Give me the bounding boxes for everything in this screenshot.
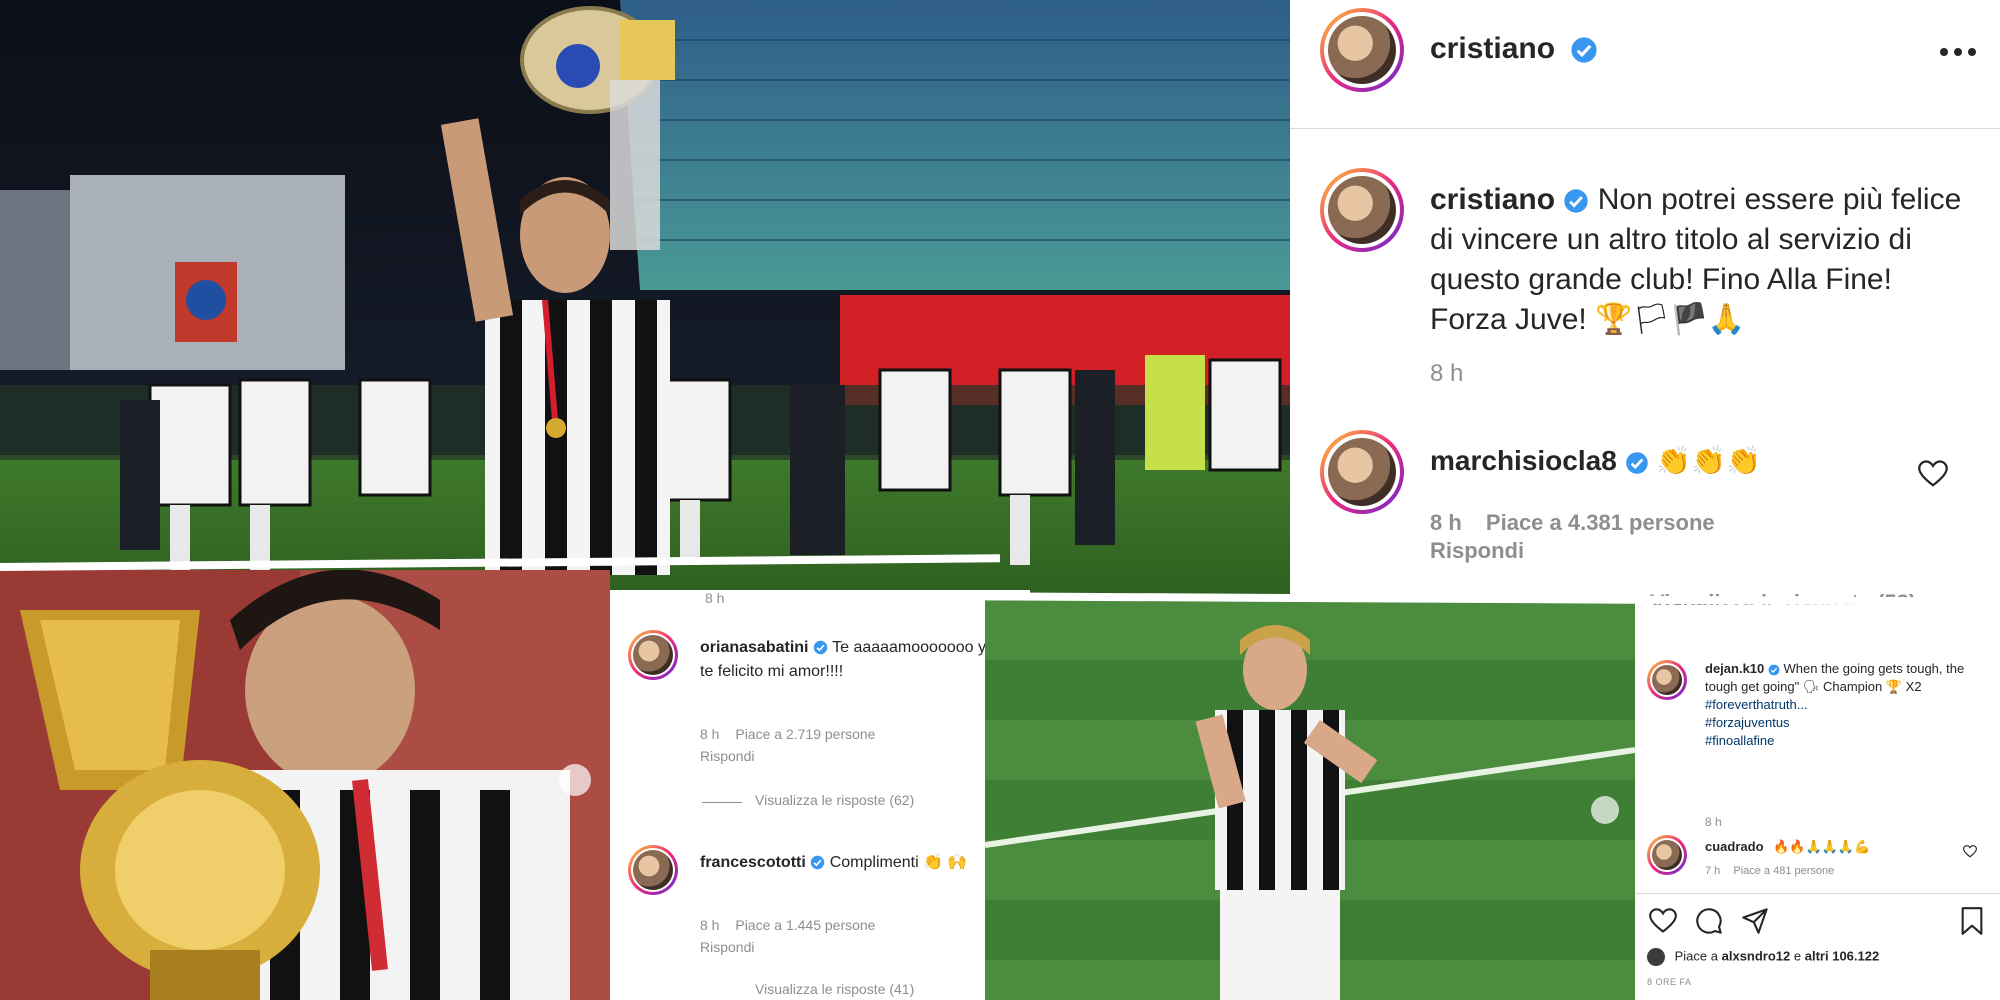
bottom-left-photo [0, 570, 610, 1000]
comment-icon[interactable] [1695, 907, 1723, 935]
bottom-right-photo [985, 600, 1635, 1000]
avatar[interactable] [1647, 660, 1687, 700]
comment-time: 8 h [700, 726, 720, 742]
avatar[interactable] [628, 630, 678, 680]
post-date: 8 ORE FA [1647, 977, 1692, 987]
comment-time: 8 h [700, 917, 720, 933]
comment-text: 🔥🔥🙏🙏🙏💪 [1773, 839, 1871, 854]
avatar[interactable] [1647, 835, 1687, 875]
view-replies-link[interactable]: Visualizza le risposte (41) [755, 981, 914, 997]
trophy-kiss-scene [0, 570, 610, 1000]
comment-text: 👏👏👏 [1656, 445, 1761, 476]
view-replies-link[interactable]: Visualizza le risposte (62) [755, 792, 914, 808]
liked-by-middle: e [1793, 948, 1802, 964]
comment-text: Complimenti 👏 🙌 [829, 854, 968, 871]
comment-username[interactable]: francescototti [700, 854, 806, 871]
bookmark-icon[interactable] [1960, 907, 1984, 935]
verified-icon [811, 856, 825, 870]
comment-likes[interactable]: Piace a 481 persone [1733, 865, 1834, 877]
heart-icon[interactable] [1649, 908, 1677, 934]
avatar[interactable] [1320, 8, 1404, 92]
verified-icon [1571, 37, 1597, 63]
reply-link[interactable]: Rispondi [700, 748, 754, 764]
liked-by-others[interactable]: altri 106.122 [1805, 948, 1879, 963]
caption-username[interactable]: dejan.k10 [1705, 661, 1764, 676]
verified-icon [813, 641, 828, 655]
bottom-right-panel: dejan.k10 When the going gets tough, the… [1635, 640, 2000, 1000]
stadium-scene [0, 0, 1290, 605]
post-header: cristiano [1290, 0, 2000, 129]
heart-icon[interactable] [1963, 845, 1977, 858]
bottom-left-comments-panel: 8 h orianasabatini Te aaaaamooooooo y te… [610, 590, 1030, 1000]
comment-likes[interactable]: Piace a 2.719 persone [735, 726, 875, 742]
top-post-photo [0, 0, 1290, 605]
celebration-scene [985, 600, 1635, 1000]
avatar [1647, 948, 1665, 966]
post-time: 8 h [705, 590, 725, 606]
action-bar [1635, 893, 2000, 944]
verified-icon [1625, 451, 1648, 474]
avatar[interactable] [628, 845, 678, 895]
reply-link[interactable]: Rispondi [1430, 538, 1524, 564]
avatar[interactable] [1320, 430, 1404, 514]
liked-by-user[interactable]: alxsndro12 [1722, 948, 1791, 963]
header-username[interactable]: cristiano [1430, 32, 1555, 66]
hashtag[interactable]: #forzajuventus [1705, 714, 1985, 732]
heart-icon[interactable] [1918, 460, 1948, 488]
caption-username[interactable]: cristiano [1430, 183, 1555, 216]
hashtag[interactable]: #foreverthatruth... [1705, 696, 1985, 714]
avatar[interactable] [1320, 168, 1404, 252]
reply-link[interactable]: Rispondi [700, 939, 754, 955]
comment-username[interactable]: cuadrado [1705, 839, 1764, 854]
liked-by: Piace a alxsndro12 e altri 106.122 [1647, 948, 1879, 966]
top-post-panel: cristiano cristiano Non potrei essere pi… [1290, 0, 2000, 605]
caption-time: 8 h [1430, 360, 1464, 387]
more-icon[interactable] [1938, 46, 1978, 58]
comment-time: 8 h [1430, 510, 1462, 535]
comment-username[interactable]: orianasabatini [700, 639, 808, 656]
liked-by-prefix: Piace a [1674, 948, 1718, 964]
share-icon[interactable] [1741, 907, 1769, 935]
comment-username[interactable]: marchisiocla8 [1430, 445, 1617, 476]
hashtag[interactable]: #finoallafine [1705, 732, 1985, 750]
verified-icon [1768, 664, 1780, 675]
verified-icon [1564, 189, 1589, 213]
comment-likes[interactable]: Piace a 4.381 persone [1486, 510, 1715, 535]
comment-time: 7 h [1705, 865, 1721, 877]
caption-time: 8 h [1705, 815, 1722, 829]
comment-likes[interactable]: Piace a 1.445 persone [735, 917, 875, 933]
